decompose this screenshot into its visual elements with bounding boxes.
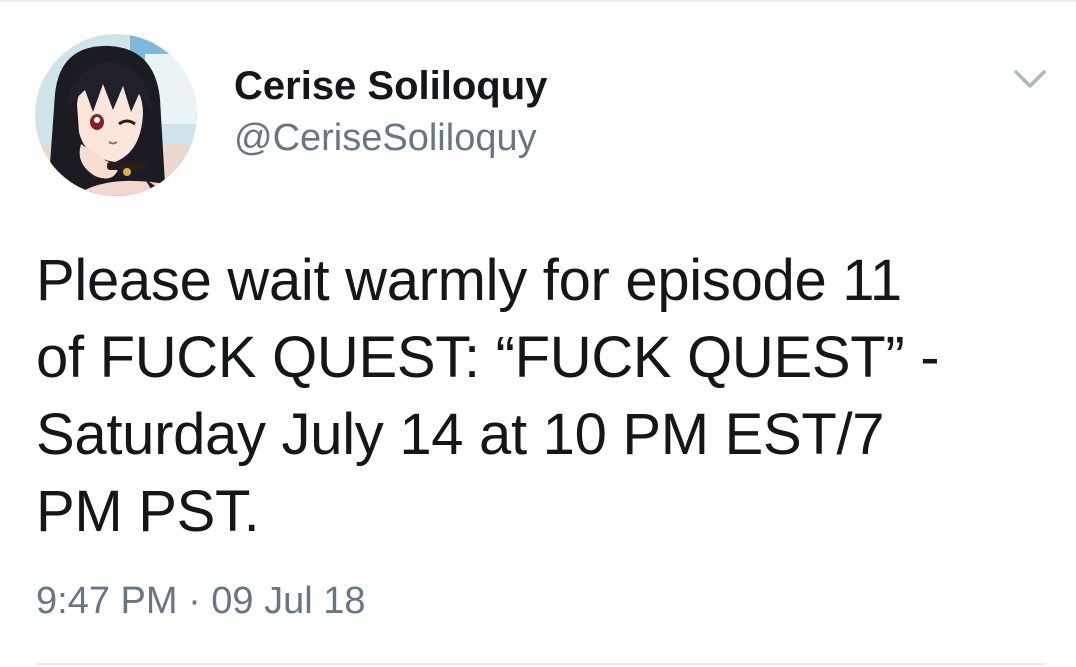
- top-divider: [0, 0, 1076, 2]
- chevron-down-icon: [1014, 70, 1046, 88]
- author-handle[interactable]: @CeriseSoliloquy: [234, 114, 547, 162]
- tweet-text: Please wait warmly for episode 11 of FUC…: [36, 248, 940, 544]
- tweet-timestamp[interactable]: 9:47 PM · 09 Jul 18: [36, 578, 366, 624]
- tweet-card: Cerise Soliloquy @CeriseSoliloquy Please…: [0, 0, 1076, 667]
- avatar[interactable]: [35, 34, 197, 196]
- bottom-divider: [36, 663, 1046, 665]
- tweet-menu-button[interactable]: [1010, 62, 1050, 94]
- anime-avatar-icon: [35, 34, 197, 196]
- author-display-name[interactable]: Cerise Soliloquy: [234, 62, 547, 110]
- author-block: Cerise Soliloquy @CeriseSoliloquy: [234, 62, 547, 162]
